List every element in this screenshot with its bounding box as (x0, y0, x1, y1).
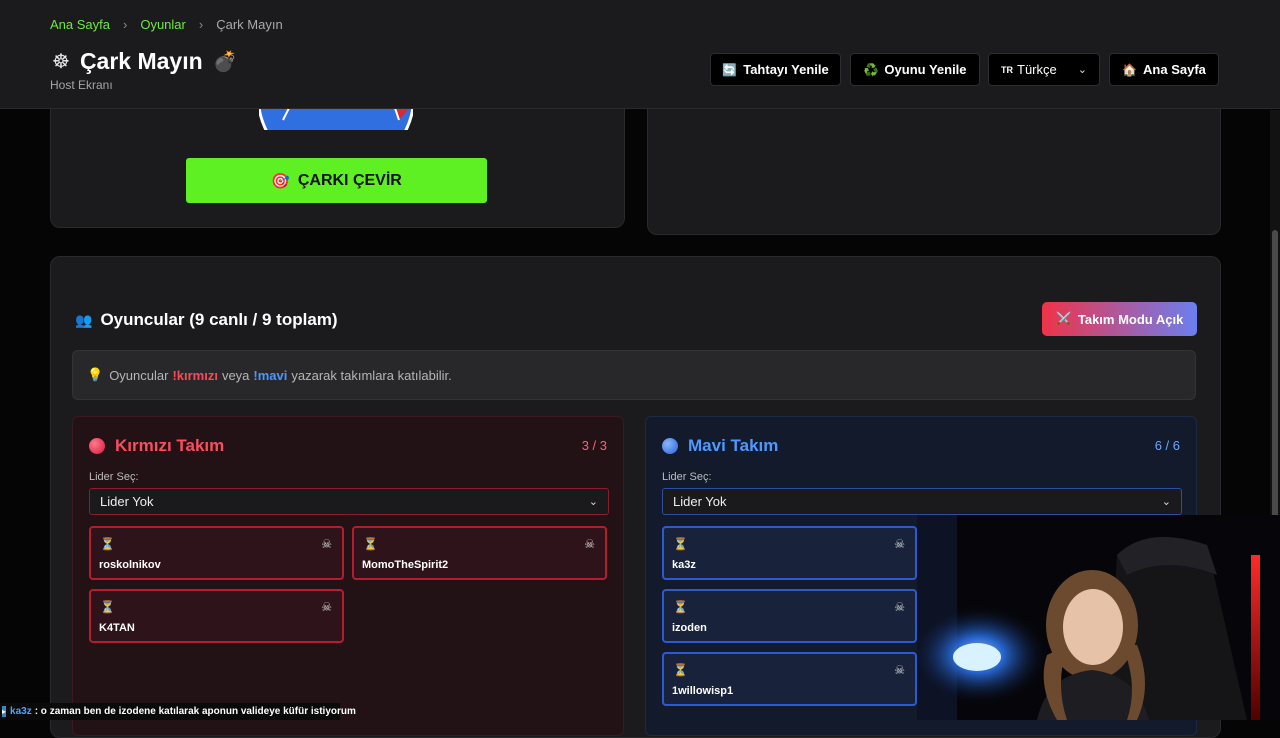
page-title: Çark Mayın (79, 48, 203, 74)
red-command: !kırmızı (172, 367, 218, 383)
restart-game-button[interactable]: ♻️ Oyunu Yenile (850, 53, 980, 86)
red-team-count: 3 / 3 (581, 438, 607, 453)
red-leader-label: Lider Seç: (89, 471, 139, 483)
player-name: 1willowisp1 (672, 685, 734, 697)
refresh-icon: 🔄 (722, 62, 738, 77)
hourglass-icon: ⏳ (100, 600, 115, 614)
chat-message: : o zaman ben de izodene katılarak aponu… (34, 706, 356, 717)
info-middle: veya (221, 367, 250, 383)
player-card[interactable]: ⏳ ☠ ka3z (662, 526, 917, 580)
wheel-graphic[interactable] (259, 108, 413, 130)
hourglass-icon: ⏳ (673, 663, 688, 677)
breadcrumb-current: Çark Mayın (216, 17, 283, 32)
blue-leader-select[interactable]: Lider Yok ⌄ (662, 488, 1182, 515)
chat-badge-icon: ▸ (2, 706, 7, 717)
skull-crossbones-icon[interactable]: ☠ (894, 600, 905, 614)
spin-wheel-button[interactable]: 🎯 ÇARKI ÇEVİR (186, 158, 487, 203)
webcam-video (917, 515, 1280, 720)
players-heading: 👥 Oyuncular (9 canlı / 9 toplam) (75, 310, 338, 330)
player-name: MomoTheSpirit2 (362, 559, 449, 571)
breadcrumb-games-link[interactable]: Oyunlar (140, 17, 186, 32)
blue-team-count: 6 / 6 (1154, 438, 1180, 453)
target-icon: 🎯 (271, 172, 290, 190)
spin-wheel-label: ÇARKI ÇEVİR (297, 171, 402, 189)
player-card[interactable]: ⏳ ☠ K4TAN (89, 589, 344, 643)
breadcrumb-home-link[interactable]: Ana Sayfa (50, 17, 110, 32)
player-card[interactable]: ⏳ ☠ 1willowisp1 (662, 652, 917, 706)
red-team-header: Kırmızı Takım (89, 436, 224, 456)
chat-username: ka3z (10, 706, 32, 717)
player-name: izoden (672, 622, 707, 634)
info-prefix: Oyuncular (109, 367, 169, 383)
blue-team-header: Mavi Takım (662, 436, 778, 456)
blue-team-name: Mavi Takım (688, 436, 779, 455)
player-name: roskolnikov (99, 559, 161, 571)
red-leader-select[interactable]: Lider Yok ⌄ (89, 488, 609, 515)
chevron-down-icon: ⌄ (588, 496, 598, 508)
flag-icon: TR (1001, 64, 1013, 75)
top-header: Ana Sayfa › Oyunlar › Çark Mayın ☸ Çark … (0, 0, 1280, 109)
blue-leader-label: Lider Seç: (662, 471, 712, 483)
swords-icon: ⚔️ (1055, 311, 1072, 326)
chat-overlay: ▸ ka3z : o zaman ben de izodene katılara… (0, 703, 356, 720)
home-button-label: Ana Sayfa (1143, 62, 1206, 77)
skull-crossbones-icon[interactable]: ☠ (894, 537, 905, 551)
chevron-right-icon: › (123, 17, 128, 32)
breadcrumb: Ana Sayfa › Oyunlar › Çark Mayın (50, 17, 283, 32)
player-card[interactable]: ⏳ ☠ izoden (662, 589, 917, 643)
chevron-down-icon: ⌄ (1161, 496, 1171, 508)
refresh-board-button[interactable]: 🔄 Tahtayı Yenile (710, 53, 841, 86)
team-mode-toggle-button[interactable]: ⚔️ Takım Modu Açık (1042, 302, 1197, 336)
blue-command: !mavi (253, 367, 288, 383)
lightbulb-icon: 💡 (87, 367, 104, 382)
skull-crossbones-icon[interactable]: ☠ (321, 537, 332, 551)
red-team-card: Kırmızı Takım 3 / 3 Lider Seç: Lider Yok… (72, 416, 624, 736)
blue-dot-icon (662, 438, 678, 454)
player-card[interactable]: ⏳ ☠ MomoTheSpirit2 (352, 526, 607, 580)
chevron-right-icon: › (198, 17, 204, 32)
refresh-board-label: Tahtayı Yenile (743, 62, 829, 77)
webcam-overlay (917, 515, 1280, 720)
red-dot-icon (89, 438, 105, 454)
hourglass-icon: ⏳ (363, 537, 378, 551)
hourglass-icon: ⏳ (100, 537, 115, 551)
blue-leader-value: Lider Yok (673, 494, 727, 509)
red-team-name: Kırmızı Takım (115, 436, 225, 455)
side-panel (647, 90, 1221, 235)
skull-crossbones-icon[interactable]: ☠ (321, 600, 332, 614)
title-row: ☸ Çark Mayın 💣 (52, 48, 238, 75)
recycle-icon: ♻️ (863, 62, 879, 77)
house-icon: 🏠 (1122, 62, 1138, 77)
team-join-info: 💡 Oyuncular !kırmızı veya !mavi yazarak … (72, 350, 1196, 400)
chevron-down-icon: ⌄ (1077, 64, 1087, 76)
players-title: Oyuncular (9 canlı / 9 toplam) (100, 310, 338, 329)
restart-game-label: Oyunu Yenile (884, 62, 967, 77)
team-mode-label: Takım Modu Açık (1077, 311, 1184, 327)
hourglass-icon: ⏳ (673, 537, 688, 551)
hourglass-icon: ⏳ (673, 600, 688, 614)
language-select[interactable]: TR Türkçe ⌄ (988, 53, 1100, 86)
bomb-icon: 💣 (212, 51, 238, 73)
player-card[interactable]: ⏳ ☠ roskolnikov (89, 526, 344, 580)
page-subtitle: Host Ekranı (50, 78, 113, 92)
skull-crossbones-icon[interactable]: ☠ (894, 663, 905, 677)
language-value: Türkçe (1017, 62, 1057, 77)
wheel-icon: ☸ (52, 51, 70, 73)
people-icon: 👥 (75, 311, 93, 328)
info-suffix: yazarak takımlara katılabilir. (291, 367, 452, 383)
player-name: ka3z (672, 559, 696, 571)
skull-crossbones-icon[interactable]: ☠ (584, 537, 595, 551)
home-button[interactable]: 🏠 Ana Sayfa (1109, 53, 1219, 86)
player-name: K4TAN (99, 622, 135, 634)
red-leader-value: Lider Yok (100, 494, 154, 509)
